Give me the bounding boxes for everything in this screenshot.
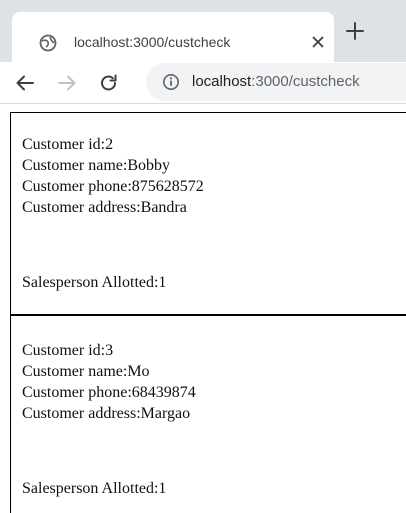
- customer-record: Customer id:2 Customer name:Bobby Custom…: [10, 112, 406, 314]
- back-arrow-icon[interactable]: [14, 72, 36, 94]
- forward-arrow-icon[interactable]: [56, 72, 78, 94]
- tab-strip: localhost:3000/custcheck: [0, 0, 406, 62]
- customer-phone: Customer phone:875628572: [22, 178, 204, 195]
- salesperson-allotted: Salesperson Allotted:1: [22, 274, 167, 291]
- close-icon[interactable]: [308, 32, 328, 52]
- url-text[interactable]: localhost:3000/custcheck: [192, 73, 360, 90]
- globe-icon: [38, 33, 58, 53]
- plus-icon[interactable]: [344, 20, 366, 42]
- info-icon[interactable]: [162, 73, 180, 91]
- customer-id: Customer id:2: [22, 136, 114, 153]
- browser-tab[interactable]: localhost:3000/custcheck: [12, 12, 334, 62]
- customer-address: Customer address:Bandra: [22, 199, 187, 216]
- browser-toolbar: localhost:3000/custcheck: [0, 62, 406, 104]
- page-content: Customer id:2 Customer name:Bobby Custom…: [10, 112, 406, 513]
- url-path: :3000/custcheck: [251, 73, 360, 90]
- reload-icon[interactable]: [98, 72, 120, 94]
- tab-title: localhost:3000/custcheck: [74, 34, 231, 50]
- customer-phone: Customer phone:68439874: [22, 384, 196, 401]
- customer-record: Customer id:3 Customer name:Mo Customer …: [10, 314, 406, 513]
- url-host: localhost: [192, 73, 252, 90]
- customer-name: Customer name:Mo: [22, 363, 150, 380]
- customer-id: Customer id:3: [22, 342, 114, 359]
- salesperson-allotted: Salesperson Allotted:1: [22, 480, 167, 497]
- customer-address: Customer address:Margao: [22, 405, 191, 422]
- address-bar[interactable]: localhost:3000/custcheck: [146, 63, 406, 101]
- customer-name: Customer name:Bobby: [22, 157, 170, 174]
